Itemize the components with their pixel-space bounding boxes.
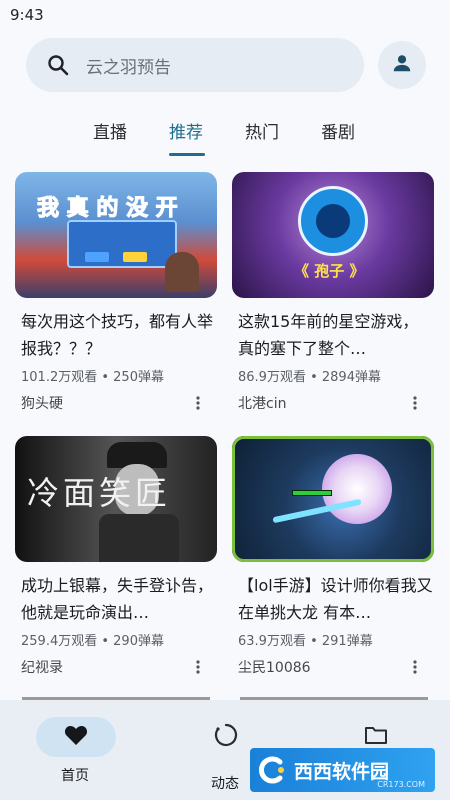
refresh-icon [213, 722, 239, 752]
video-author: 尘民10086 [238, 660, 311, 676]
watermark-subtext: CR173.COM [377, 780, 425, 789]
more-options-icon[interactable] [412, 659, 418, 675]
more-options-icon[interactable] [195, 395, 201, 411]
video-card[interactable]: 冷面笑匠 成功上银幕，失手登讣告，他就是玩命演出… 259.4万观看 • 290… [15, 436, 217, 677]
author-row: 北港cin [232, 393, 434, 413]
video-card[interactable]: 《 孢子 》 这款15年前的星空游戏，真的塞下了整个… 86.9万观看 • 28… [232, 172, 434, 413]
search-icon [44, 51, 72, 79]
thumbnail-caption: 冷面笑匠 [27, 474, 172, 512]
more-options-icon[interactable] [412, 395, 418, 411]
video-stats: 86.9万观看 • 2894弹幕 [238, 370, 381, 385]
tab-indicator [169, 153, 205, 156]
watermark-text: 西西软件园 [294, 760, 390, 783]
video-title: 【lol手游】设计师你看我又在单挑大龙 有本… [238, 576, 433, 622]
video-title: 每次用这个技巧，都有人举报我？？？ [21, 312, 214, 358]
video-thumbnail[interactable]: 我 真 的 没 开 [15, 172, 217, 298]
account-button[interactable] [378, 41, 426, 89]
video-author: 纪视录 [21, 660, 63, 676]
video-title: 这款15年前的星空游戏，真的塞下了整个… [238, 312, 419, 358]
search-bar[interactable]: 云之羽预告 [26, 38, 364, 92]
more-options-icon[interactable] [195, 659, 201, 675]
watermark-logo-icon [250, 748, 294, 792]
video-author: 狗头硬 [21, 396, 63, 412]
nav-home-label: 首页 [61, 768, 89, 784]
tab-anime[interactable]: 番剧 [321, 118, 355, 143]
video-thumbnail[interactable]: 《 孢子 》 [232, 172, 434, 298]
tab-recommended[interactable]: 推荐 [169, 118, 203, 143]
thumbnail-caption: 《 孢子 》 [294, 262, 365, 280]
video-card[interactable]: 【lol手游】设计师你看我又在单挑大龙 有本… 63.9万观看 • 291弹幕 … [232, 436, 434, 677]
folder-icon [364, 725, 388, 749]
author-row: 纪视录 [15, 657, 217, 677]
tab-hot[interactable]: 热门 [245, 118, 279, 143]
video-stats: 259.4万观看 • 290弹幕 [21, 634, 164, 649]
status-time: 9:43 [10, 6, 44, 24]
watermark: 西西软件园 CR173.COM [250, 748, 435, 792]
video-title: 成功上银幕，失手登讣告，他就是玩命演出… [21, 576, 214, 622]
search-placeholder: 云之羽预告 [86, 57, 171, 78]
author-row: 狗头硬 [15, 393, 217, 413]
nav-home[interactable]: 首页 [0, 700, 150, 800]
video-author: 北港cin [238, 396, 287, 412]
author-row: 尘民10086 [232, 657, 434, 677]
video-thumbnail[interactable] [232, 436, 434, 562]
video-card[interactable]: 我 真 的 没 开 每次用这个技巧，都有人举报我？？？ 101.2万观看 • 2… [15, 172, 217, 413]
heart-icon [64, 724, 88, 750]
video-stats: 63.9万观看 • 291弹幕 [238, 634, 373, 649]
video-stats: 101.2万观看 • 250弹幕 [21, 370, 164, 385]
thumbnail-caption: 我 真 的 没 开 [37, 196, 179, 222]
category-tabs: 直播 推荐 热门 番剧 [0, 108, 450, 158]
nav-home-indicator [36, 717, 116, 757]
tab-live[interactable]: 直播 [93, 118, 127, 143]
video-thumbnail[interactable]: 冷面笑匠 [15, 436, 217, 562]
status-bar: 9:43 [0, 0, 450, 32]
person-icon [391, 52, 413, 78]
